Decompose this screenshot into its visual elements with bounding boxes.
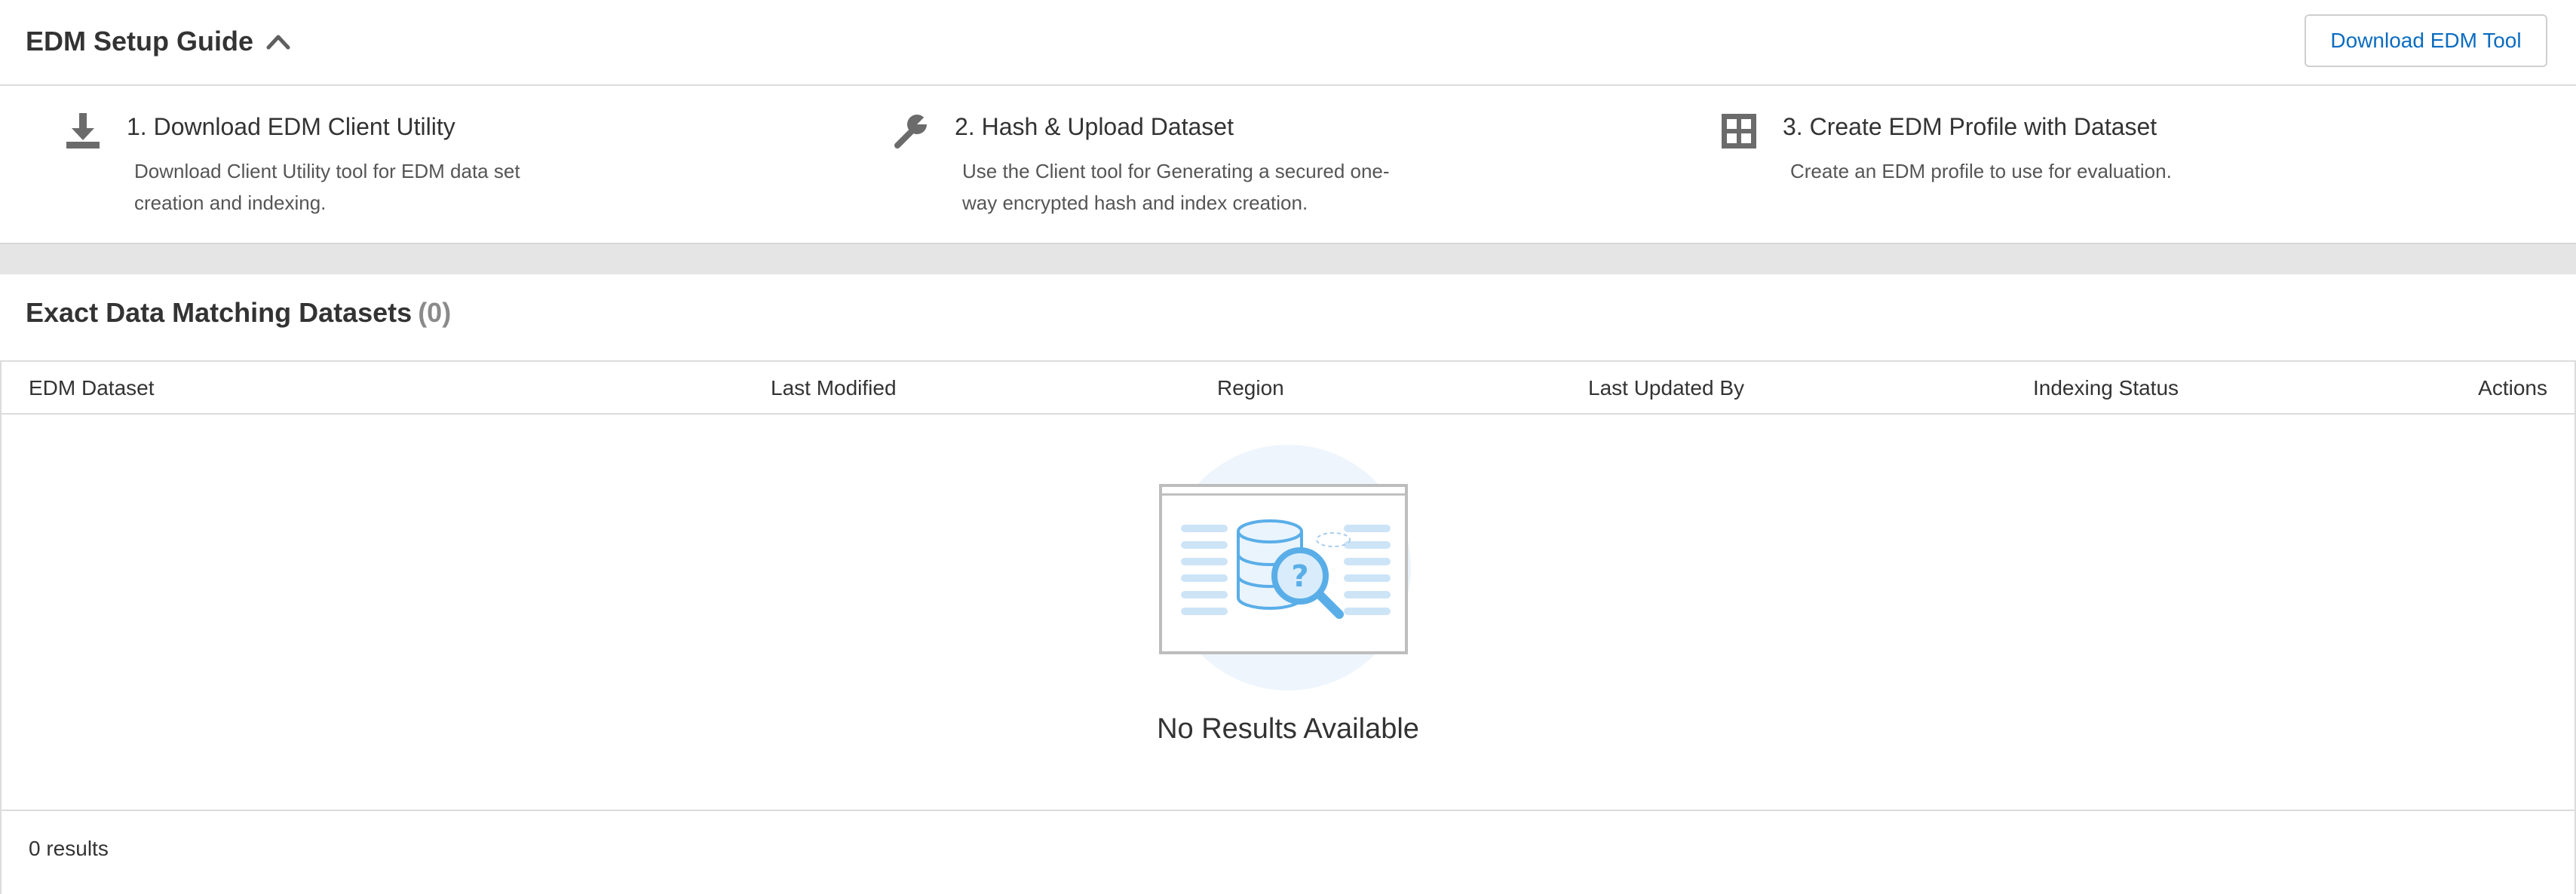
- column-header-last-updated-by[interactable]: Last Updated By: [1588, 362, 1744, 415]
- step-description: Download Client Utility tool for EDM dat…: [134, 160, 520, 214]
- datasets-count: (0): [418, 297, 452, 328]
- column-header-indexing-status[interactable]: Indexing Status: [2033, 362, 2179, 415]
- column-header-last-modified[interactable]: Last Modified: [771, 362, 897, 415]
- empty-state-message: No Results Available: [1157, 713, 1419, 745]
- table-header: EDM Dataset Last Modified Region Last Up…: [2, 362, 2574, 415]
- datasets-title: Exact Data Matching Datasets (0): [26, 297, 451, 329]
- column-header-edm-dataset[interactable]: EDM Dataset: [29, 362, 155, 415]
- column-header-actions: Actions: [2478, 376, 2547, 400]
- edm-setup-guide: EDM Setup Guide Download EDM Tool 1. Dow…: [0, 0, 2576, 244]
- download-icon: [66, 113, 100, 148]
- no-results-illustration: ?: [1159, 445, 1411, 690]
- guide-header: EDM Setup Guide Download EDM Tool: [0, 0, 2576, 86]
- chevron-up-icon: [266, 35, 290, 50]
- step-description: Create an EDM profile to use for evaluat…: [1790, 160, 2172, 182]
- step-title: 2. Hash & Upload Dataset: [955, 113, 1234, 140]
- result-count: 0 results: [29, 837, 109, 860]
- grid-icon: [1722, 114, 1756, 148]
- datasets-table: EDM Dataset Last Modified Region Last Up…: [0, 360, 2576, 894]
- datasets-title-text: Exact Data Matching Datasets: [26, 297, 412, 328]
- table-footer: 0 results: [2, 810, 2574, 894]
- step-title: 3. Create EDM Profile with Dataset: [1783, 113, 2157, 140]
- column-header-region[interactable]: Region: [1217, 362, 1284, 415]
- svg-text:?: ?: [1291, 559, 1308, 594]
- edm-datasets-panel: Exact Data Matching Datasets (0) EDM Data…: [0, 274, 2576, 894]
- step-title: 1. Download EDM Client Utility: [127, 113, 455, 140]
- step-description: Use the Client tool for Generating a sec…: [962, 160, 1390, 214]
- guide-title: EDM Setup Guide: [26, 26, 254, 57]
- wrench-icon: [894, 114, 928, 148]
- guide-collapse-toggle[interactable]: EDM Setup Guide: [26, 23, 291, 60]
- section-divider-band: [0, 244, 2576, 274]
- download-edm-tool-button[interactable]: Download EDM Tool: [2305, 14, 2547, 67]
